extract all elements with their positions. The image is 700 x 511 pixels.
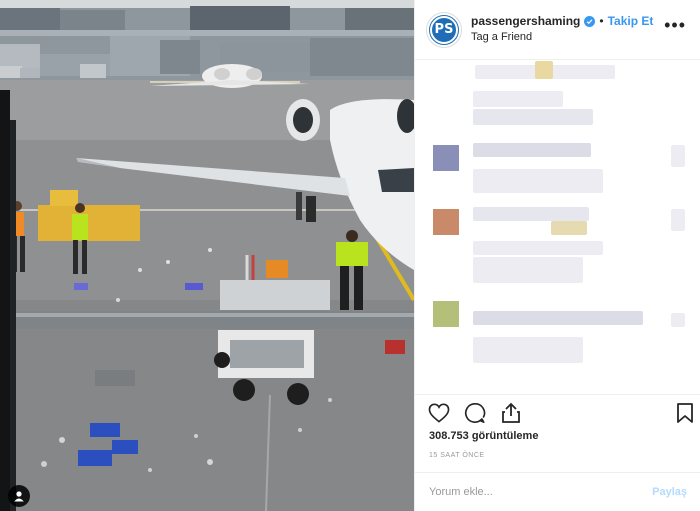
- username-link[interactable]: passengershaming: [471, 14, 580, 29]
- follow-button[interactable]: Takip Et: [608, 14, 654, 29]
- bookmark-icon[interactable]: [673, 401, 697, 425]
- blurred-comment: [473, 143, 591, 157]
- post-header: PS passengershaming • Takip Et Tag a Fri…: [415, 0, 700, 60]
- blurred-comment: [671, 313, 685, 327]
- separator-dot: •: [599, 14, 604, 28]
- blurred-avatar: [433, 145, 459, 171]
- user-tag-icon[interactable]: [8, 485, 30, 507]
- share-icon[interactable]: [499, 401, 523, 425]
- airport-tarmac-image: [0, 0, 414, 511]
- blurred-comment: [473, 311, 643, 325]
- post-media[interactable]: [0, 0, 414, 511]
- ellipsis-icon[interactable]: •••: [664, 16, 686, 34]
- post-comment-button[interactable]: Paylaş: [652, 486, 687, 498]
- blurred-comment: [473, 241, 603, 255]
- blurred-comment: [473, 109, 593, 125]
- post-actions: [415, 394, 700, 428]
- heart-icon[interactable]: [427, 401, 451, 425]
- blurred-comment: [671, 209, 685, 231]
- comments-list: [415, 61, 700, 391]
- blurred-comment: [473, 257, 583, 283]
- blurred-comment: [671, 145, 685, 167]
- avatar-initials: PS: [434, 22, 454, 37]
- add-comment-bar: Paylaş: [415, 472, 700, 511]
- post-side-panel: PS passengershaming • Takip Et Tag a Fri…: [414, 0, 700, 511]
- blurred-avatar: [433, 301, 459, 327]
- blurred-comment: [473, 337, 583, 363]
- blurred-comment: [473, 169, 603, 193]
- blurred-avatar: [433, 209, 459, 235]
- avatar[interactable]: PS: [427, 12, 461, 47]
- blurred-comment: [473, 91, 563, 107]
- comment-input[interactable]: [429, 486, 653, 498]
- post-location[interactable]: Tag a Friend: [471, 30, 653, 45]
- blurred-comment: [551, 221, 587, 235]
- blurred-comment: [473, 207, 589, 221]
- blurred-comment: [535, 61, 553, 79]
- view-count[interactable]: 308.753 görüntüleme: [429, 430, 538, 442]
- post-timestamp[interactable]: 15 SAAT ÖNCE: [429, 452, 485, 459]
- comment-icon[interactable]: [463, 401, 487, 425]
- verified-badge-icon: [584, 16, 596, 27]
